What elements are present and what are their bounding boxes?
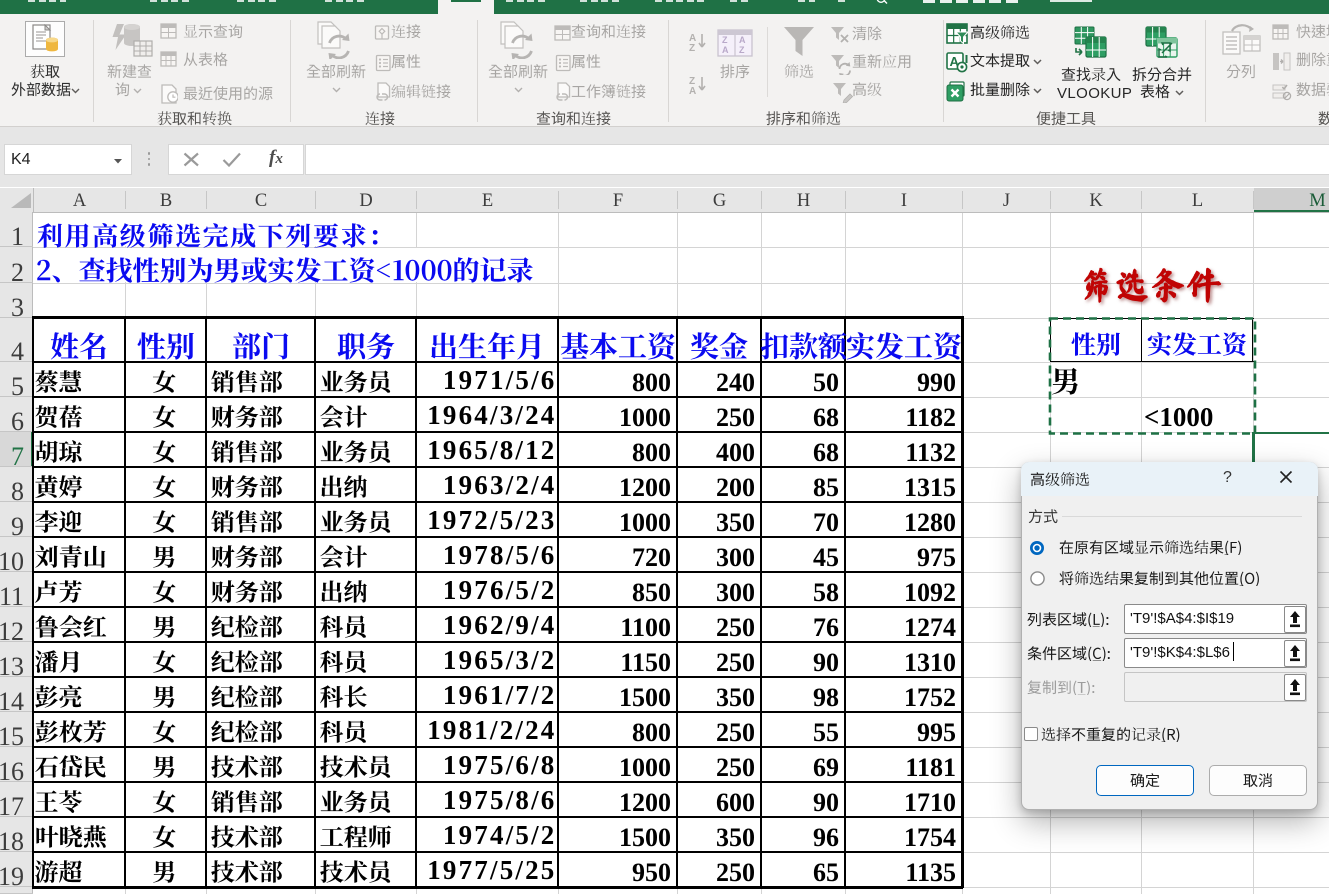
svg-text:Z: Z: [739, 45, 745, 55]
svg-text:A: A: [722, 45, 729, 55]
svg-text:A: A: [739, 35, 746, 45]
svg-text:A: A: [689, 86, 696, 96]
svg-text:Z: Z: [689, 43, 695, 53]
svg-text:Z: Z: [722, 35, 728, 45]
